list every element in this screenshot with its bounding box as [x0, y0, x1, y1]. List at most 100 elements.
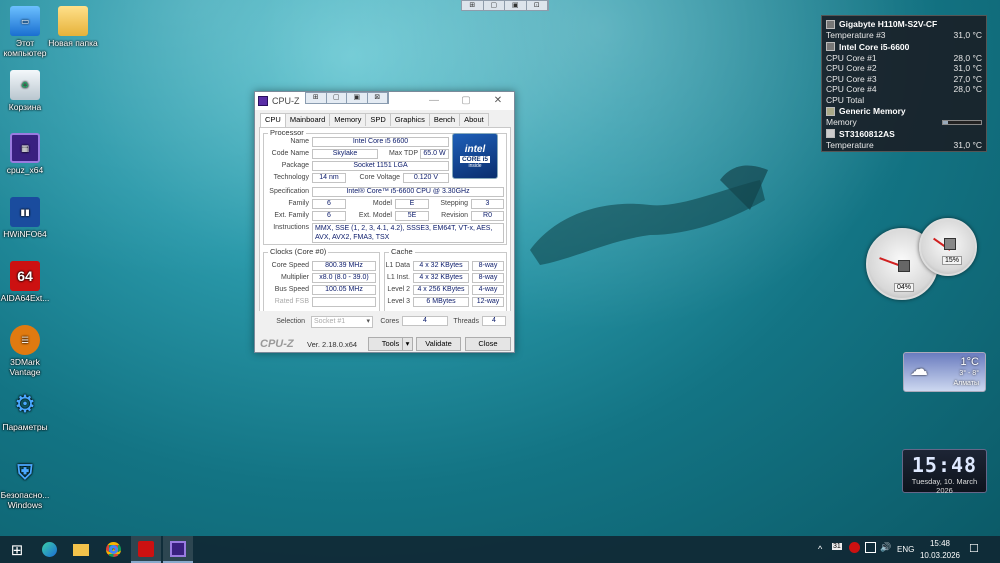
desktop-icon-settings[interactable]: ⚙ Параметры [0, 390, 53, 433]
caption-btn-1[interactable]: ⊞ [306, 93, 327, 103]
toolbar-btn-1[interactable]: ⊞ [462, 1, 484, 10]
desktop-icon-cpuz[interactable]: ▦ cpuz_x64 [0, 133, 53, 175]
weather-gadget[interactable]: ☁ 1°C 3° - 8° Алматы [903, 352, 986, 392]
caption-btn-4[interactable]: ⊠ [368, 93, 388, 103]
disk-temp-row: Temperature 31,0 °C [826, 139, 982, 150]
caption-toolbar[interactable]: ⊞ ▢ ▣ ⊠ [305, 92, 389, 104]
clock-gadget[interactable]: 15:48 Tuesday, 10. March 2026 [902, 449, 987, 495]
weather-range: 3° - 8° [959, 370, 979, 377]
cpu-gauge-icon [898, 260, 910, 272]
clock-date: Tuesday, 10. March 2026 [911, 477, 978, 495]
version-label: Ver. 2.18.0.x64 [307, 340, 358, 349]
edge-browser-icon[interactable] [34, 536, 64, 563]
3dmark-icon: ☰ [10, 325, 40, 355]
folder-icon [58, 6, 88, 36]
language-indicator[interactable]: ENG [897, 545, 914, 554]
max-tdp-label: Max TDP [388, 150, 418, 157]
core-voltage-label: Core Voltage [359, 174, 400, 181]
aida64-icon: 64 [10, 261, 40, 291]
desktop-icon-windows-security[interactable]: ⛨ Безопасно... Windows [0, 458, 53, 510]
close-button[interactable]: Close [465, 337, 511, 351]
tools-dropdown-icon: ▾ [402, 338, 412, 350]
processor-group-label: Processor [268, 128, 306, 137]
tab-graphics[interactable]: Graphics [389, 113, 430, 126]
tab-about[interactable]: About [459, 113, 489, 126]
l1-inst-value: 4 x 32 KBytes [413, 273, 469, 283]
socket-select[interactable]: Socket #1 ▾ [311, 316, 373, 328]
tab-bench[interactable]: Bench [428, 113, 461, 126]
clocks-group-label: Clocks (Core #0) [268, 247, 329, 256]
desktop-icon-aida64[interactable]: 64 AIDA64Ext... [0, 261, 53, 303]
close-window-button[interactable]: ✕ [482, 92, 514, 110]
caption-btn-3[interactable]: ▣ [347, 93, 368, 103]
core3-row: CPU Core #3 27,0 °C [826, 73, 982, 84]
selection-label: Selection [276, 318, 305, 325]
desktop-icon-new-folder[interactable]: Новая папка [45, 6, 101, 48]
chrome-icon[interactable] [98, 536, 128, 563]
tray-overflow-chevron-icon[interactable]: ^ [818, 544, 822, 554]
notifications-icon[interactable]: ☐ [969, 542, 979, 555]
disk-header: ST3160812AS [826, 128, 982, 140]
memory-meter-gauge[interactable]: 15% [919, 218, 977, 276]
maximize-button[interactable]: ▢ [450, 92, 482, 110]
desktop-icon-hwinfo[interactable]: ▮▮ HWiNFO64 [0, 197, 53, 239]
tab-mainboard[interactable]: Mainboard [284, 113, 331, 126]
chevron-down-icon: ▾ [366, 318, 370, 325]
core2-row: CPU Core #2 31,0 °C [826, 63, 982, 73]
l1-data-value: 4 x 32 KBytes [413, 261, 469, 271]
cpu-chip-icon [826, 42, 835, 51]
technology-label: Technology [273, 174, 309, 181]
toolbar-btn-3[interactable]: ▣ [505, 1, 527, 10]
toolbar-btn-4[interactable]: ⊡ [527, 1, 548, 10]
sensor-gadget: Gigabyte H110M-S2V-CF Temperature #3 31,0… [821, 15, 987, 152]
speaker-icon[interactable]: 🔊 [880, 542, 891, 553]
max-tdp-value: 65.0 W [420, 149, 449, 159]
caption-btn-2[interactable]: ▢ [327, 93, 347, 103]
bus-speed-label: Bus Speed [274, 286, 309, 293]
cores-value: 4 [402, 316, 448, 326]
tab-spd[interactable]: SPD [365, 113, 391, 126]
cpuz-taskbar-icon[interactable] [163, 536, 193, 563]
top-docked-toolbar[interactable]: ⊞ ▢ ▣ ⊡ [461, 0, 549, 11]
desktop-icon-recycle-bin[interactable]: ♻ Корзина [0, 70, 53, 112]
level2-way: 4-way [472, 285, 504, 295]
family-value: 6 [312, 199, 346, 209]
windows-security-icon: ⛨ [17, 462, 33, 484]
memory-icon [826, 106, 835, 116]
desktop-icon-3dmark[interactable]: ☰ 3DMark Vantage [0, 325, 53, 377]
taskbar-time[interactable]: 15:48 [927, 539, 953, 548]
wallpaper-diver [530, 165, 768, 265]
specification-label: Specification [269, 188, 309, 195]
toolbar-btn-2[interactable]: ▢ [484, 1, 505, 10]
file-explorer-icon[interactable] [66, 536, 96, 563]
tray-sensor-badge[interactable]: 31 [832, 543, 842, 550]
package-label: Package [281, 162, 309, 169]
snow-cloud-icon: ☁ [910, 359, 928, 379]
cpuz-titlebar[interactable]: CPU-Z ⊞ ▢ ▣ ⊠ — ▢ ✕ [255, 92, 514, 110]
taskbar-date[interactable]: 10.03.2026 [919, 551, 961, 560]
l1-inst-way: 8-way [472, 273, 504, 283]
multiplier-value: x8.0 (8.0 - 39.0) [312, 273, 376, 283]
start-button[interactable]: ⊞ [2, 536, 32, 563]
clock-time: 15:48 [911, 453, 978, 477]
rated-fsb-value [312, 297, 376, 307]
minimize-button[interactable]: — [418, 92, 450, 110]
settings-gear-icon: ⚙ [14, 391, 36, 418]
cpuz-logo: CPU-Z [260, 338, 294, 350]
cpuz-tabs: CPU Mainboard Memory SPD Graphics Bench … [255, 110, 514, 127]
board-header: Gigabyte H110M-S2V-CF [826, 18, 982, 30]
memory-header: Generic Memory [826, 105, 982, 117]
board-temp-row: Temperature #3 31,0 °C [826, 30, 982, 40]
level3-label: Level 3 [387, 298, 410, 305]
tray-network-icon[interactable] [865, 542, 876, 553]
tab-cpu[interactable]: CPU [260, 113, 286, 127]
aida64-taskbar-icon[interactable] [131, 536, 161, 563]
revision-value: R0 [471, 211, 504, 221]
memory-load-bar [942, 120, 982, 125]
tab-memory[interactable]: Memory [329, 113, 367, 126]
validate-button[interactable]: Validate [416, 337, 461, 351]
tools-button[interactable]: Tools ▾ [368, 337, 413, 351]
selection-bar: Selection Socket #1 ▾ Cores 4 Threads 4 [259, 311, 511, 333]
tray-aida-icon[interactable] [849, 542, 860, 553]
name-label: Name [290, 138, 309, 145]
